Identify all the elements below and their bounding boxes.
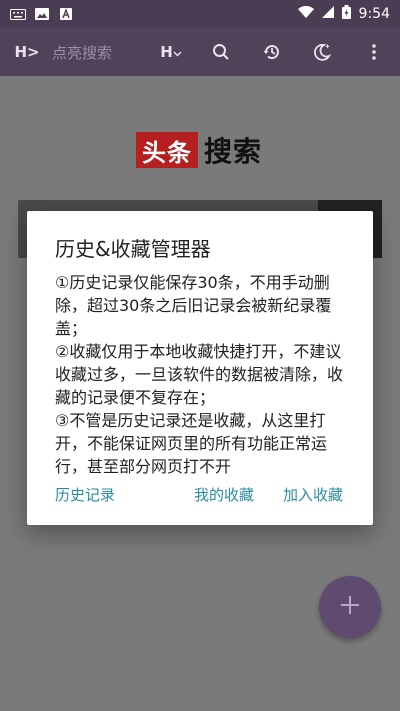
add-favorite-button[interactable]: 加入收藏: [283, 476, 343, 512]
status-time: 9:54: [358, 6, 390, 22]
more-icon[interactable]: [364, 28, 384, 76]
wifi-icon: [297, 5, 314, 22]
history-button[interactable]: 历史记录: [55, 476, 115, 512]
site-button[interactable]: H>: [14, 28, 40, 76]
keyboard-icon: [10, 8, 26, 20]
top-toolbar: H> 点亮搜索 H: [0, 28, 400, 76]
text-a-icon: [58, 8, 74, 20]
logo: 头条 搜索: [136, 132, 262, 168]
signal-icon: [321, 6, 334, 22]
my-favorites-button[interactable]: 我的收藏: [194, 476, 254, 512]
heading-button-label: H: [160, 43, 173, 61]
chevron-down-icon: [173, 43, 182, 61]
history-favorites-dialog: 历史&收藏管理器 ①历史记录仅能保存30条，不用手动删除，超过30条之后旧记录会…: [27, 211, 373, 525]
dialog-title: 历史&收藏管理器: [55, 237, 211, 261]
status-bar: 9:54: [0, 0, 400, 28]
search-icon[interactable]: [208, 28, 234, 76]
image-icon: [34, 8, 50, 20]
dialog-message: ①历史记录仅能保存30条，不用手动删除，超过30条之后旧记录会被新纪录覆盖； ②…: [55, 273, 344, 476]
add-fab-button[interactable]: [319, 576, 381, 638]
logo-text: 搜索: [204, 135, 263, 168]
history-icon[interactable]: [259, 28, 285, 76]
battery-charging-icon: [341, 5, 351, 23]
night-mode-icon[interactable]: [309, 28, 335, 76]
plus-icon: [339, 594, 361, 620]
logo-box: 头条: [136, 132, 198, 168]
dialog-actions: 历史记录 我的收藏 加入收藏: [27, 476, 373, 512]
heading-button[interactable]: H: [158, 28, 184, 76]
search-input[interactable]: 点亮搜索: [52, 28, 152, 76]
